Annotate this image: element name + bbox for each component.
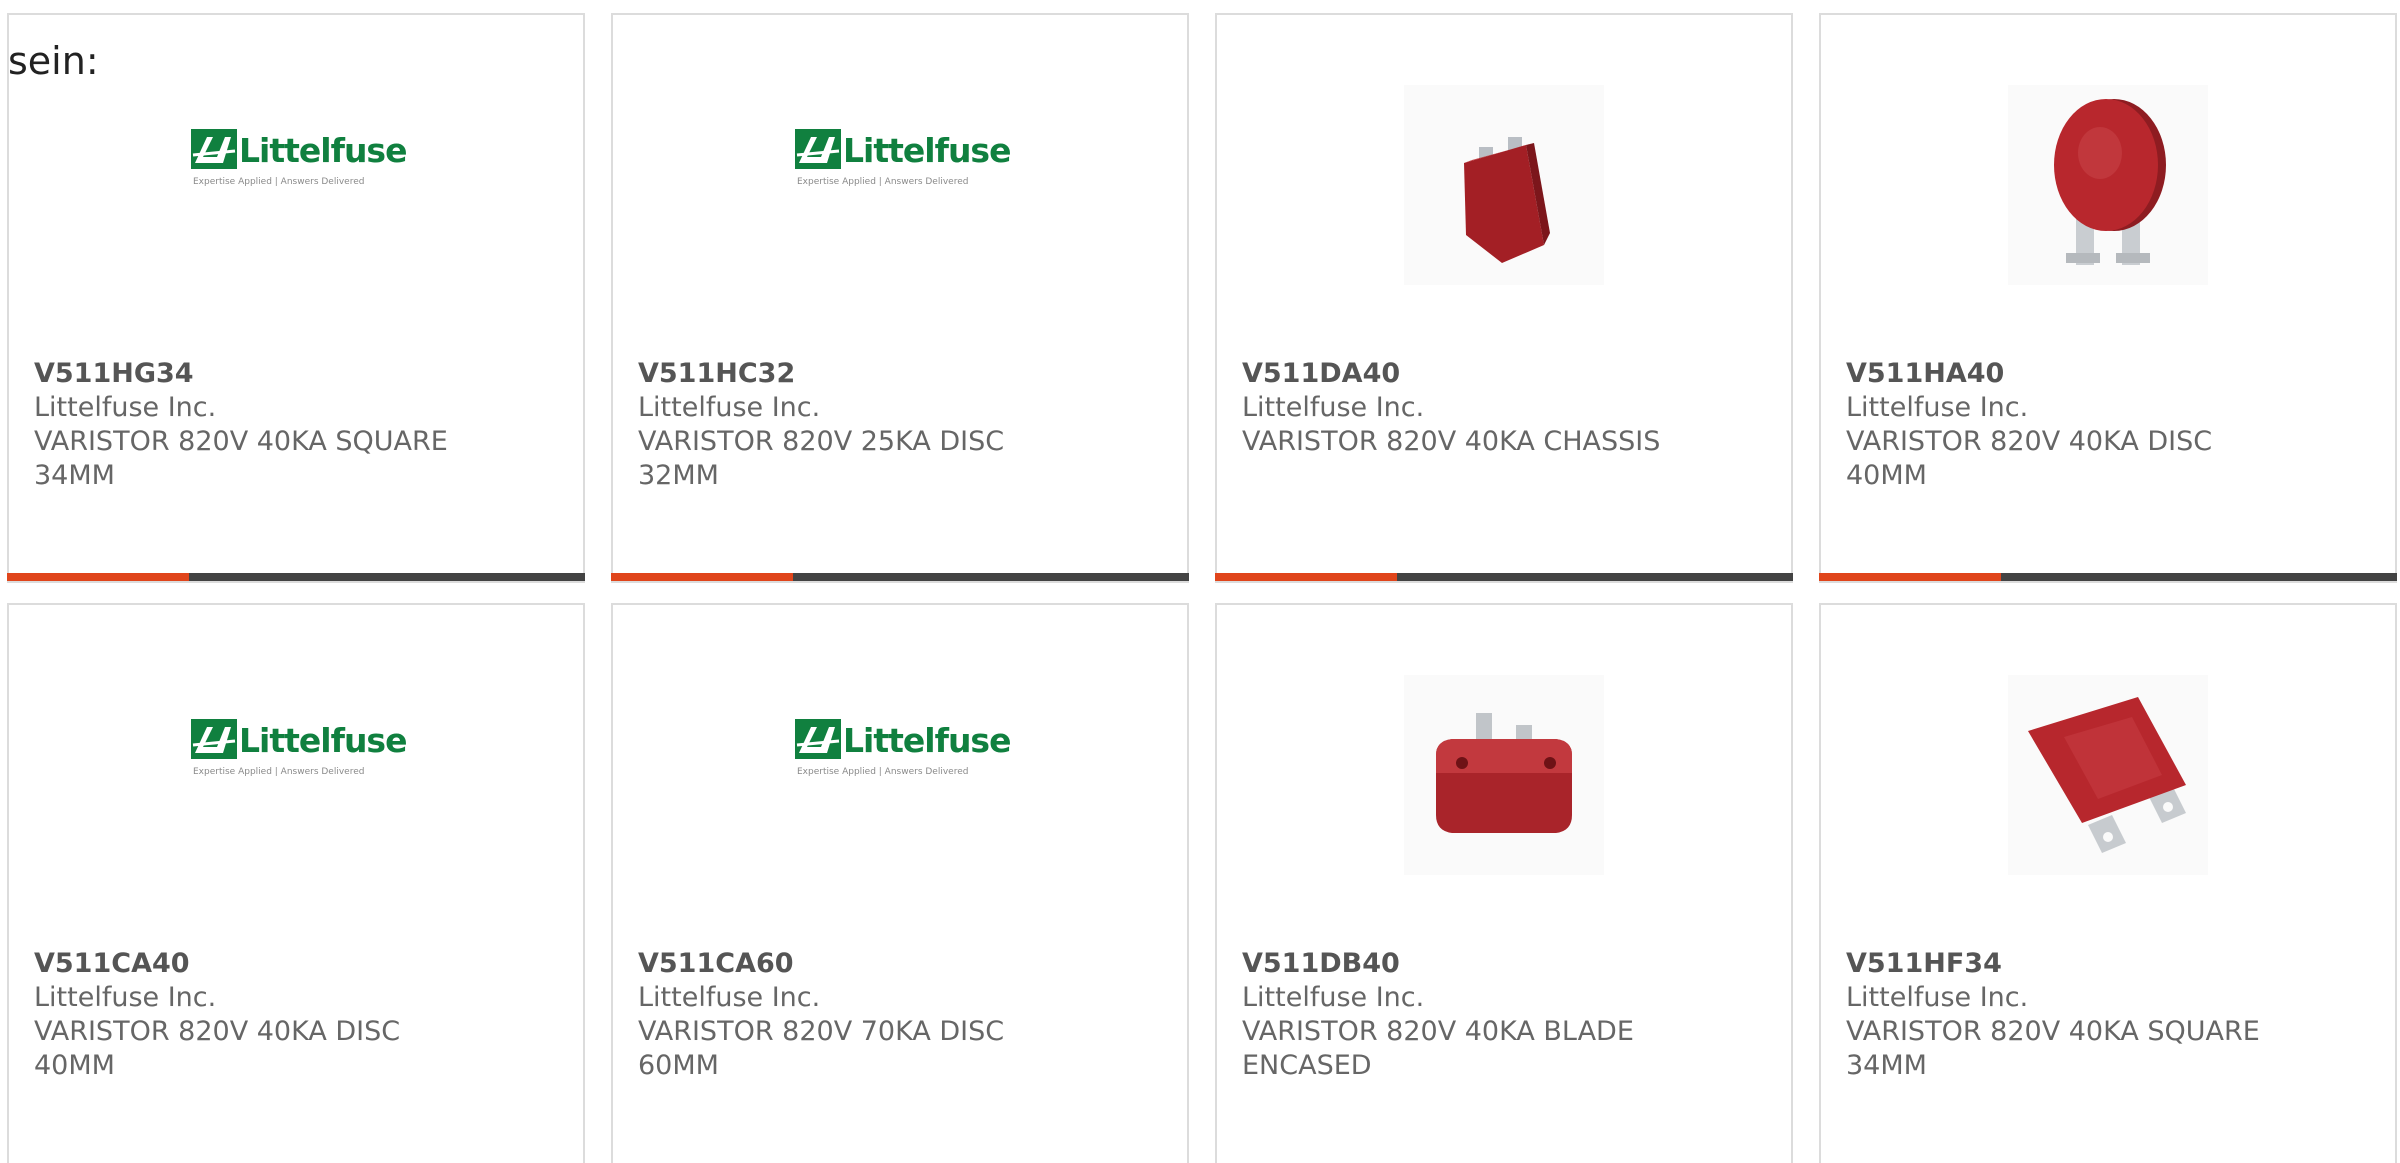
product-image: Littelfuse Expertise Applied | Answers D… [613, 75, 1187, 295]
part-number[interactable]: V511HA40 [1846, 357, 2375, 391]
logo-tagline: Expertise Applied | Answers Delivered [193, 767, 365, 777]
logo-tagline: Expertise Applied | Answers Delivered [797, 177, 969, 187]
manufacturer: Littelfuse Inc. [34, 392, 217, 423]
product-image [1821, 75, 2395, 295]
part-number[interactable]: V511HC32 [638, 357, 1167, 391]
product-grid-page: sein: Littelfuse Expertise Applied | Ans… [0, 0, 2400, 1163]
product-card[interactable]: V511DA40 Littelfuse Inc. VARISTOR 820V 4… [1215, 13, 1793, 583]
logo-tagline: Expertise Applied | Answers Delivered [193, 177, 365, 187]
manufacturer: Littelfuse Inc. [638, 982, 821, 1013]
manufacturer: Littelfuse Inc. [638, 392, 821, 423]
littelfuse-logo: Littelfuse Expertise Applied | Answers D… [191, 125, 407, 205]
littelfuse-mark-icon [191, 719, 237, 759]
product-description: VARISTOR 820V 40KA BLADE ENCASED [1242, 1016, 1634, 1081]
product-card[interactable]: V511HA40 Littelfuse Inc. VARISTOR 820V 4… [1819, 13, 2397, 583]
chassis-varistor-image [1404, 85, 1604, 285]
part-number[interactable]: V511DB40 [1242, 947, 1771, 981]
logo-wordmark: Littelfuse [843, 131, 1011, 170]
manufacturer: Littelfuse Inc. [1846, 392, 2029, 423]
product-description: VARISTOR 820V 40KA CHASSIS [1242, 426, 1661, 457]
product-card[interactable]: V511DB40 Littelfuse Inc. VARISTOR 820V 4… [1215, 603, 1793, 1163]
manufacturer: Littelfuse Inc. [34, 982, 217, 1013]
intro-text: sein: [8, 39, 99, 83]
block-varistor-image [1404, 675, 1604, 875]
manufacturer: Littelfuse Inc. [1242, 982, 1425, 1013]
littelfuse-logo: Littelfuse Expertise Applied | Answers D… [191, 715, 407, 795]
product-card[interactable]: V511HF34 Littelfuse Inc. VARISTOR 820V 4… [1819, 603, 2397, 1163]
littelfuse-mark-icon [191, 129, 237, 169]
card-bottom-bar [1215, 573, 1793, 581]
product-image [1217, 75, 1791, 295]
part-number[interactable]: V511HG34 [34, 357, 563, 391]
card-bottom-bar [1819, 573, 2397, 581]
product-card[interactable]: Littelfuse Expertise Applied | Answers D… [7, 603, 585, 1163]
card-bottom-bar [7, 573, 585, 581]
square-varistor-image [2008, 675, 2208, 875]
product-description: VARISTOR 820V 40KA SQUARE 34MM [1846, 1016, 2260, 1081]
product-image [1821, 665, 2395, 885]
product-image: Littelfuse Expertise Applied | Answers D… [613, 665, 1187, 885]
logo-wordmark: Littelfuse [239, 131, 407, 170]
product-image [1217, 665, 1791, 885]
product-description: VARISTOR 820V 40KA SQUARE 34MM [34, 426, 448, 491]
product-description: VARISTOR 820V 25KA DISC 32MM [638, 426, 1005, 491]
part-number[interactable]: V511CA40 [34, 947, 563, 981]
logo-tagline: Expertise Applied | Answers Delivered [797, 767, 969, 777]
part-number[interactable]: V511CA60 [638, 947, 1167, 981]
product-description: VARISTOR 820V 70KA DISC 60MM [638, 1016, 1005, 1081]
product-card[interactable]: Littelfuse Expertise Applied | Answers D… [611, 13, 1189, 583]
card-bottom-bar [611, 573, 1189, 581]
littelfuse-mark-icon [795, 129, 841, 169]
manufacturer: Littelfuse Inc. [1846, 982, 2029, 1013]
product-description: VARISTOR 820V 40KA DISC 40MM [1846, 426, 2213, 491]
product-card[interactable]: Littelfuse Expertise Applied | Answers D… [611, 603, 1189, 1163]
littelfuse-logo: Littelfuse Expertise Applied | Answers D… [795, 125, 1011, 205]
disc-varistor-image [2008, 85, 2208, 285]
product-image: Littelfuse Expertise Applied | Answers D… [9, 75, 583, 295]
part-number[interactable]: V511HF34 [1846, 947, 2375, 981]
logo-wordmark: Littelfuse [239, 721, 407, 760]
product-card[interactable]: Littelfuse Expertise Applied | Answers D… [7, 13, 585, 583]
logo-wordmark: Littelfuse [843, 721, 1011, 760]
product-description: VARISTOR 820V 40KA DISC 40MM [34, 1016, 401, 1081]
littelfuse-mark-icon [795, 719, 841, 759]
product-image: Littelfuse Expertise Applied | Answers D… [9, 665, 583, 885]
littelfuse-logo: Littelfuse Expertise Applied | Answers D… [795, 715, 1011, 795]
manufacturer: Littelfuse Inc. [1242, 392, 1425, 423]
part-number[interactable]: V511DA40 [1242, 357, 1771, 391]
